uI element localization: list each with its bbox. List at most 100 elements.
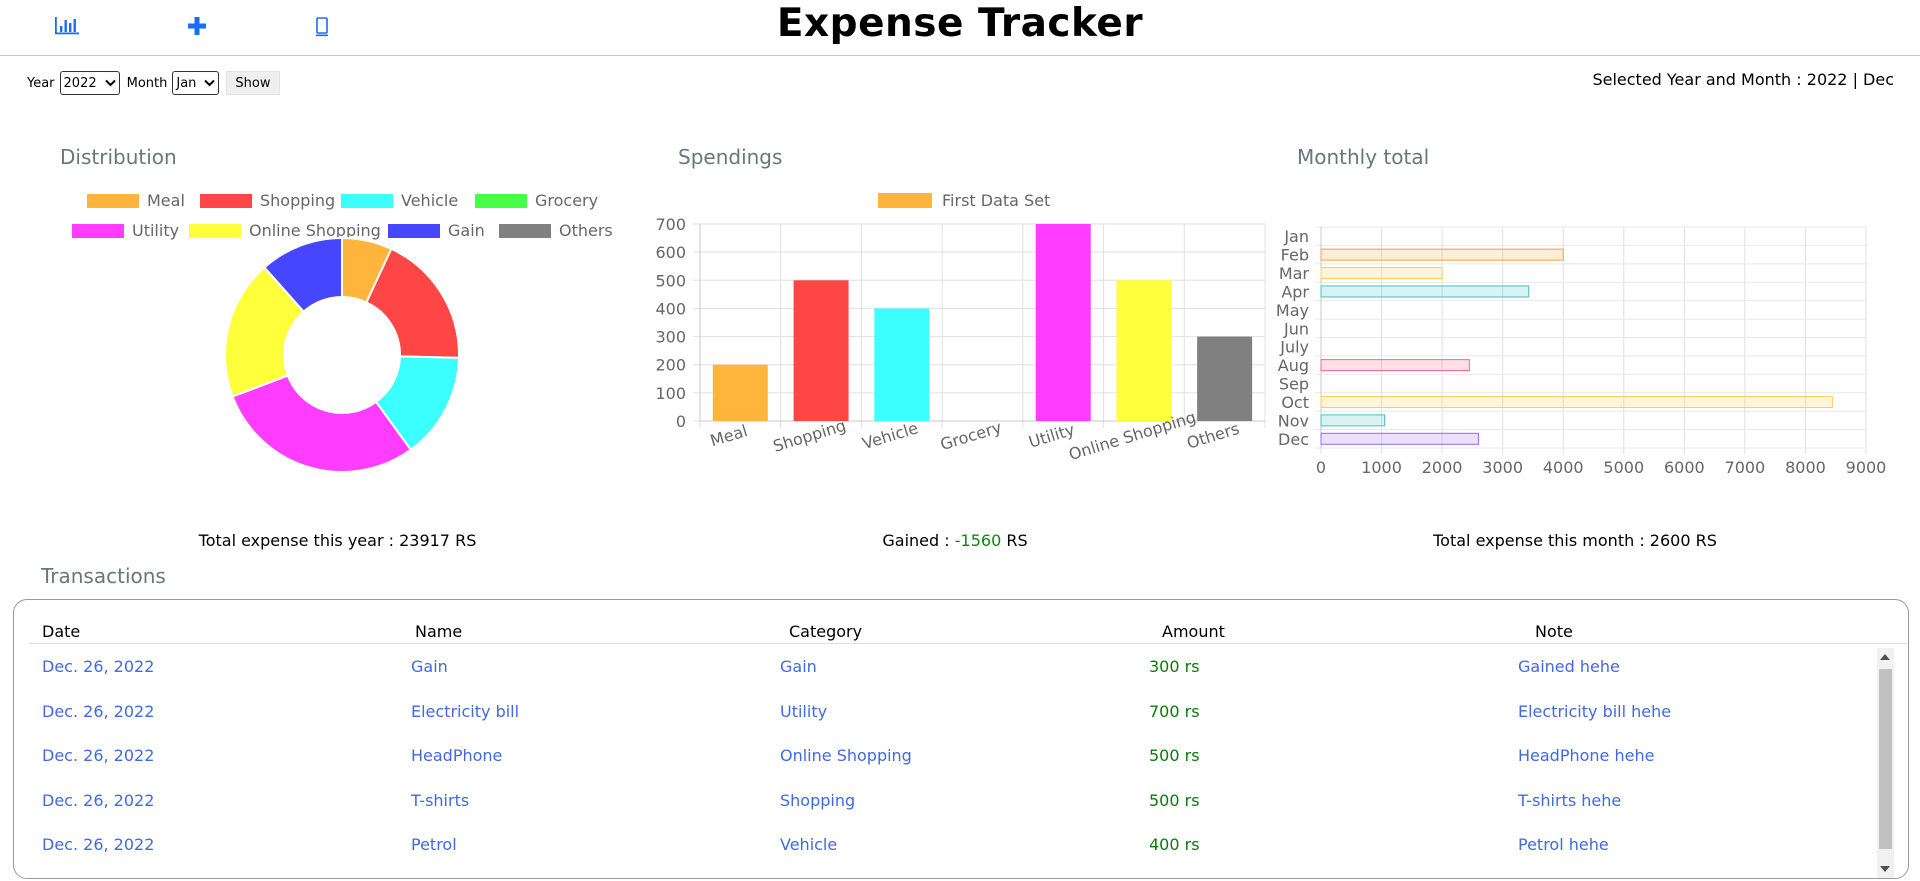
row-amount: 300 rs bbox=[1149, 657, 1200, 676]
monthly-total-chart: 0 1000 2000 3000 4000 5000 6000 7000 8000 9000 Jan… bbox=[1276, 226, 1886, 477]
legend-label: Meal bbox=[147, 191, 185, 210]
y-tick-label: Feb bbox=[1281, 246, 1309, 265]
legend-swatch bbox=[499, 224, 551, 238]
table-row[interactable]: Dec. 26, 2022 Electricity bill Utility 700 … bbox=[29, 694, 1887, 738]
year-total-text: Total expense this year : 23917 RS bbox=[198, 531, 477, 550]
x-tick-label: 5000 bbox=[1603, 458, 1644, 477]
y-tick-label: Oct bbox=[1281, 393, 1309, 412]
row-name[interactable]: Petrol bbox=[411, 835, 457, 854]
legend-swatch bbox=[341, 194, 393, 208]
row-note[interactable]: Electricity bill hehe bbox=[1518, 702, 1671, 721]
row-date[interactable]: Dec. 26, 2022 bbox=[42, 657, 154, 676]
row-date[interactable]: Dec. 26, 2022 bbox=[42, 835, 154, 854]
legend-swatch bbox=[475, 194, 527, 208]
x-tick-label: Vehicle bbox=[860, 418, 920, 453]
bar bbox=[1197, 336, 1253, 421]
legend-label: Gain bbox=[448, 221, 485, 240]
legend-label: Shopping bbox=[260, 191, 335, 210]
scroll-down-icon[interactable] bbox=[1880, 866, 1890, 872]
y-tick-label: 300 bbox=[655, 328, 686, 347]
x-tick-label: Meal bbox=[708, 421, 750, 450]
bar bbox=[1320, 359, 1470, 372]
chevron-down-icon bbox=[204, 79, 216, 87]
monthly-total-title: Monthly total bbox=[1297, 145, 1430, 169]
row-category[interactable]: Online Shopping bbox=[780, 746, 912, 765]
bar bbox=[1320, 248, 1564, 261]
column-category[interactable]: Category bbox=[789, 622, 862, 641]
table-row[interactable]: Dec. 26, 2022 Petrol Vehicle 400 rs Petrol h… bbox=[29, 827, 1887, 871]
row-amount: 700 rs bbox=[1149, 701, 1200, 721]
row-date[interactable]: Dec. 26, 2022 bbox=[42, 746, 154, 765]
bar bbox=[712, 364, 768, 421]
spendings-title: Spendings bbox=[678, 145, 783, 169]
table-row[interactable]: Dec. 26, 2022 HeadPhone Online Shopping 500… bbox=[29, 738, 1887, 782]
bar bbox=[1320, 414, 1386, 427]
scroll-up-icon[interactable] bbox=[1880, 654, 1890, 660]
filter-bar: Year 2022 Month Jan Show bbox=[27, 71, 280, 95]
show-button[interactable]: Show bbox=[226, 71, 280, 95]
y-tick-label: Mar bbox=[1279, 264, 1310, 283]
row-name[interactable]: Electricity bill bbox=[411, 702, 519, 721]
table-header: Date Name Category Amount Note bbox=[29, 608, 1907, 644]
pie-slice bbox=[231, 374, 413, 473]
column-amount[interactable]: Amount bbox=[1162, 622, 1225, 641]
table-row[interactable]: Dec. 26, 2022 T-shirts Shopping 500 rs T-shi… bbox=[29, 783, 1887, 827]
row-date[interactable]: Dec. 26, 2022 bbox=[42, 791, 154, 810]
x-tick-label: Grocery bbox=[938, 417, 1004, 454]
scrollbar-thumb[interactable] bbox=[1879, 669, 1892, 849]
y-tick-label: Jan bbox=[1283, 227, 1309, 246]
y-tick-label: Aug bbox=[1278, 356, 1309, 375]
table-row[interactable]: Dec. 26, 2022 Gain Gain 300 rs Gained hehe bbox=[29, 649, 1887, 693]
month-select[interactable]: Jan bbox=[172, 71, 220, 95]
row-name[interactable]: HeadPhone bbox=[411, 746, 502, 765]
month-select-value: Jan bbox=[176, 75, 197, 91]
legend-label: Utility bbox=[132, 221, 179, 240]
legend-swatch bbox=[878, 193, 932, 208]
row-note[interactable]: Petrol hehe bbox=[1518, 835, 1609, 854]
bar bbox=[874, 308, 930, 421]
bar bbox=[1320, 395, 1834, 408]
y-tick-label: 400 bbox=[655, 299, 686, 318]
year-select-value: 2022 bbox=[63, 75, 97, 91]
year-label: Year bbox=[27, 75, 55, 91]
x-tick-label: 8000 bbox=[1785, 458, 1826, 477]
row-category[interactable]: Gain bbox=[780, 657, 817, 676]
row-category[interactable]: Vehicle bbox=[780, 835, 837, 854]
year-select[interactable]: 2022 bbox=[59, 71, 120, 95]
bar bbox=[793, 280, 849, 421]
row-name[interactable]: T-shirts bbox=[411, 791, 469, 810]
month-total-text: Total expense this month : 2600 RS bbox=[1433, 531, 1717, 550]
y-tick-label: May bbox=[1276, 301, 1309, 320]
row-category[interactable]: Utility bbox=[780, 702, 827, 721]
row-note[interactable]: Gained hehe bbox=[1518, 657, 1620, 676]
x-tick-label: 1000 bbox=[1361, 458, 1402, 477]
row-amount: 500 rs bbox=[1149, 746, 1200, 765]
bar bbox=[1035, 224, 1091, 421]
selected-year-month: Selected Year and Month : 2022 | Dec bbox=[1592, 70, 1894, 89]
table-scrollbar[interactable] bbox=[1877, 648, 1894, 878]
legend-swatch bbox=[87, 194, 139, 208]
x-tick-label: 3000 bbox=[1482, 458, 1523, 477]
legend-label: Grocery bbox=[535, 191, 598, 210]
row-note[interactable]: T-shirts hehe bbox=[1518, 791, 1621, 810]
gained-value: -1560 bbox=[954, 531, 1002, 550]
column-date[interactable]: Date bbox=[42, 622, 80, 641]
bar bbox=[1116, 280, 1172, 421]
x-tick-label: 6000 bbox=[1664, 458, 1705, 477]
x-tick-label: 0 bbox=[1316, 458, 1326, 477]
distribution-title: Distribution bbox=[60, 145, 177, 169]
legend-label: Vehicle bbox=[401, 191, 458, 210]
row-date[interactable]: Dec. 26, 2022 bbox=[42, 702, 154, 721]
y-tick-label: Apr bbox=[1281, 282, 1309, 301]
top-bar: Expense Tracker bbox=[0, 0, 1920, 56]
y-tick-label: 600 bbox=[655, 243, 686, 262]
y-tick-label: Nov bbox=[1278, 411, 1309, 430]
column-name[interactable]: Name bbox=[415, 622, 462, 641]
month-label: Month bbox=[126, 75, 168, 91]
transactions-table: Date Name Category Amount Note Dec. 26, … bbox=[13, 599, 1909, 879]
row-note[interactable]: HeadPhone hehe bbox=[1518, 746, 1654, 765]
row-name[interactable]: Gain bbox=[411, 657, 448, 676]
bar bbox=[1320, 267, 1443, 280]
column-note[interactable]: Note bbox=[1535, 622, 1573, 641]
row-category[interactable]: Shopping bbox=[780, 791, 855, 810]
